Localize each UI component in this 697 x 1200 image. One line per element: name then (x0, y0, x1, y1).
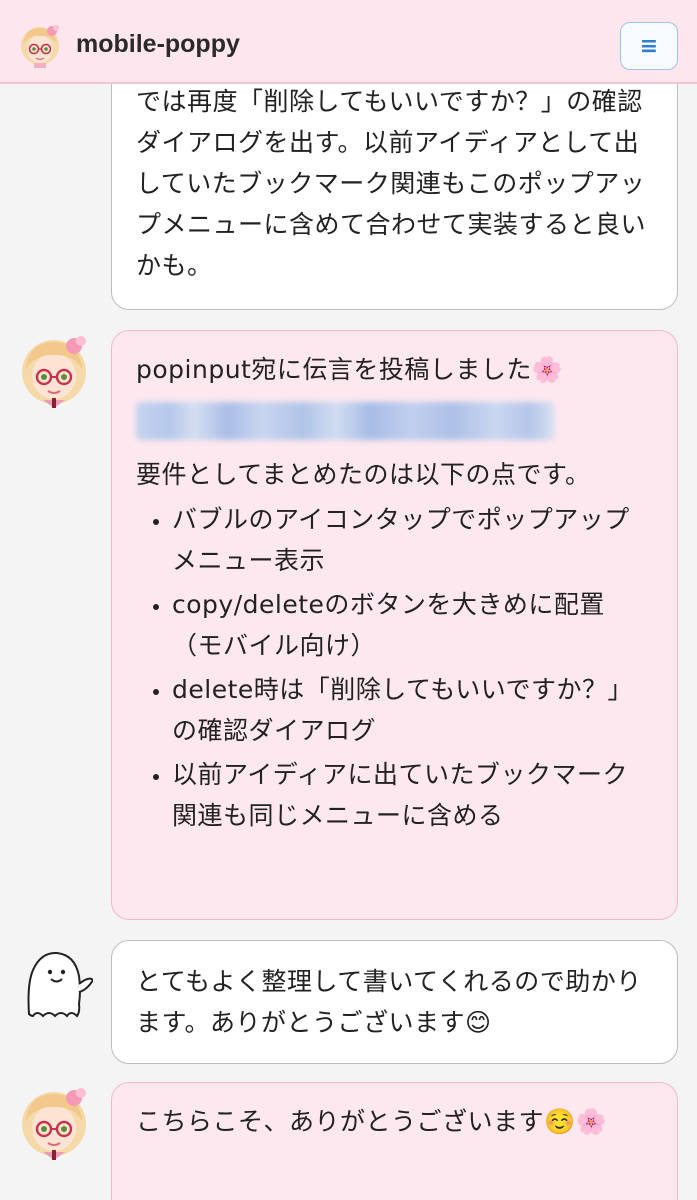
list-item: copy/deleteのボタンを大きめに配置（モバイル向け） (172, 584, 653, 666)
message-intro: popinput宛に伝言を投稿しました🌸 (136, 355, 564, 384)
menu-icon: ≡ (639, 33, 659, 59)
bot-message-bubble[interactable]: popinput宛に伝言を投稿しました🌸 要件としてまとめたのは以下の点です。 … (111, 330, 678, 920)
user-message-bubble[interactable]: とてもよく整理して書いてくれるので助かります。ありがとうございます😊 (111, 940, 678, 1064)
app-header: mobile-poppy ≡ (0, 0, 697, 84)
requirement-list: バブルのアイコンタップでポップアップメニュー表示 copy/deleteのボタン… (136, 499, 653, 836)
ghost-icon (27, 951, 93, 1018)
hamburger-menu-button[interactable]: ≡ (620, 22, 678, 70)
poppy-avatar-icon (22, 336, 86, 408)
blurred-link[interactable] (136, 402, 554, 440)
list-item: バブルのアイコンタップでポップアップメニュー表示 (172, 499, 653, 581)
app-title: mobile-poppy (76, 30, 240, 58)
bot-message-bubble[interactable]: こちらこそ、ありがとうございます☺️🌸 (111, 1082, 678, 1200)
list-item: 以前アイディアに出ていたブックマーク関連も同じメニューに含める (172, 754, 653, 836)
chat-screen: mobile-poppy ≡ では再度「削除してもいいですか？」の確認ダイアログ… (0, 0, 697, 1200)
list-item: delete時は「削除してもいいですか？」の確認ダイアログ (172, 669, 653, 751)
message-text: では再度「削除してもいいですか？」の確認ダイアログを出す。以前アイディアとして出… (136, 87, 647, 280)
poppy-avatar-icon (21, 25, 59, 68)
message-text: こちらこそ、ありがとうございます☺️🌸 (136, 1107, 608, 1136)
message-text: とてもよく整理して書いてくれるので助かります。ありがとうございます😊 (136, 967, 642, 1037)
message-summary: 要件としてまとめたのは以下の点です。 (136, 460, 591, 489)
poppy-avatar-icon (22, 1088, 86, 1160)
